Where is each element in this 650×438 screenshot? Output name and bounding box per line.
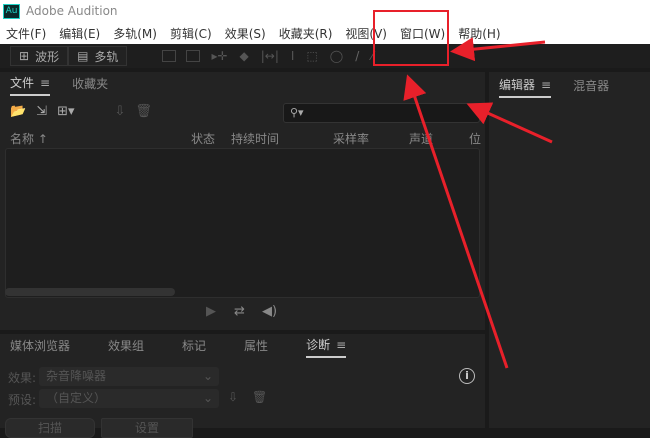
highlight-box — [373, 10, 449, 66]
arrow-annotation — [466, 102, 553, 144]
arrow-annotation — [450, 37, 546, 62]
annotation-overlay — [373, 10, 553, 369]
arrow-annotation — [403, 74, 509, 369]
